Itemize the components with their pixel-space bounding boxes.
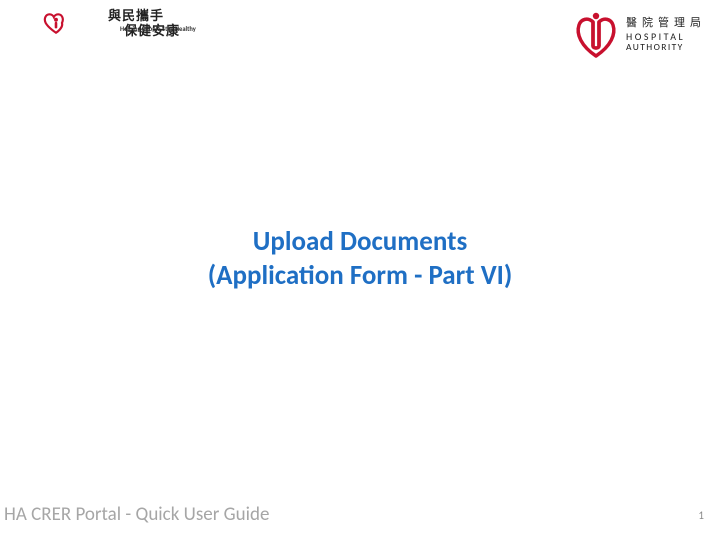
logo-right: 醫院管理局 HOSPITAL AUTHORITY: [574, 10, 706, 60]
footer-label: HA CRER Portal - Quick User Guide: [4, 503, 269, 526]
page-number: 1: [698, 509, 704, 522]
hospital-authority-logo-icon: [574, 10, 618, 60]
slide-header: 與民攜手 保健安康 Helping People Stay Healthy 醫院…: [0, 8, 720, 68]
logo-right-english-2: AUTHORITY: [626, 42, 706, 52]
logo-left-text: 與民攜手 保健安康 Helping People Stay Healthy: [108, 10, 180, 40]
slide-title: Upload Documents (Application Form - Par…: [0, 225, 720, 293]
logo-right-chinese: 醫院管理局: [626, 17, 706, 29]
logo-left: 與民攜手 保健安康 Helping People Stay Healthy: [10, 10, 180, 40]
logo-left-english: Helping People Stay Healthy: [120, 26, 196, 33]
logo-left-chinese-1: 與民攜手: [108, 10, 180, 25]
title-line-2: (Application Form - Part VI): [0, 259, 720, 293]
heart-person-icon: [43, 10, 69, 36]
logo-right-text: 醫院管理局 HOSPITAL AUTHORITY: [626, 17, 706, 53]
title-line-1: Upload Documents: [0, 225, 720, 259]
people-icon: [10, 10, 102, 36]
